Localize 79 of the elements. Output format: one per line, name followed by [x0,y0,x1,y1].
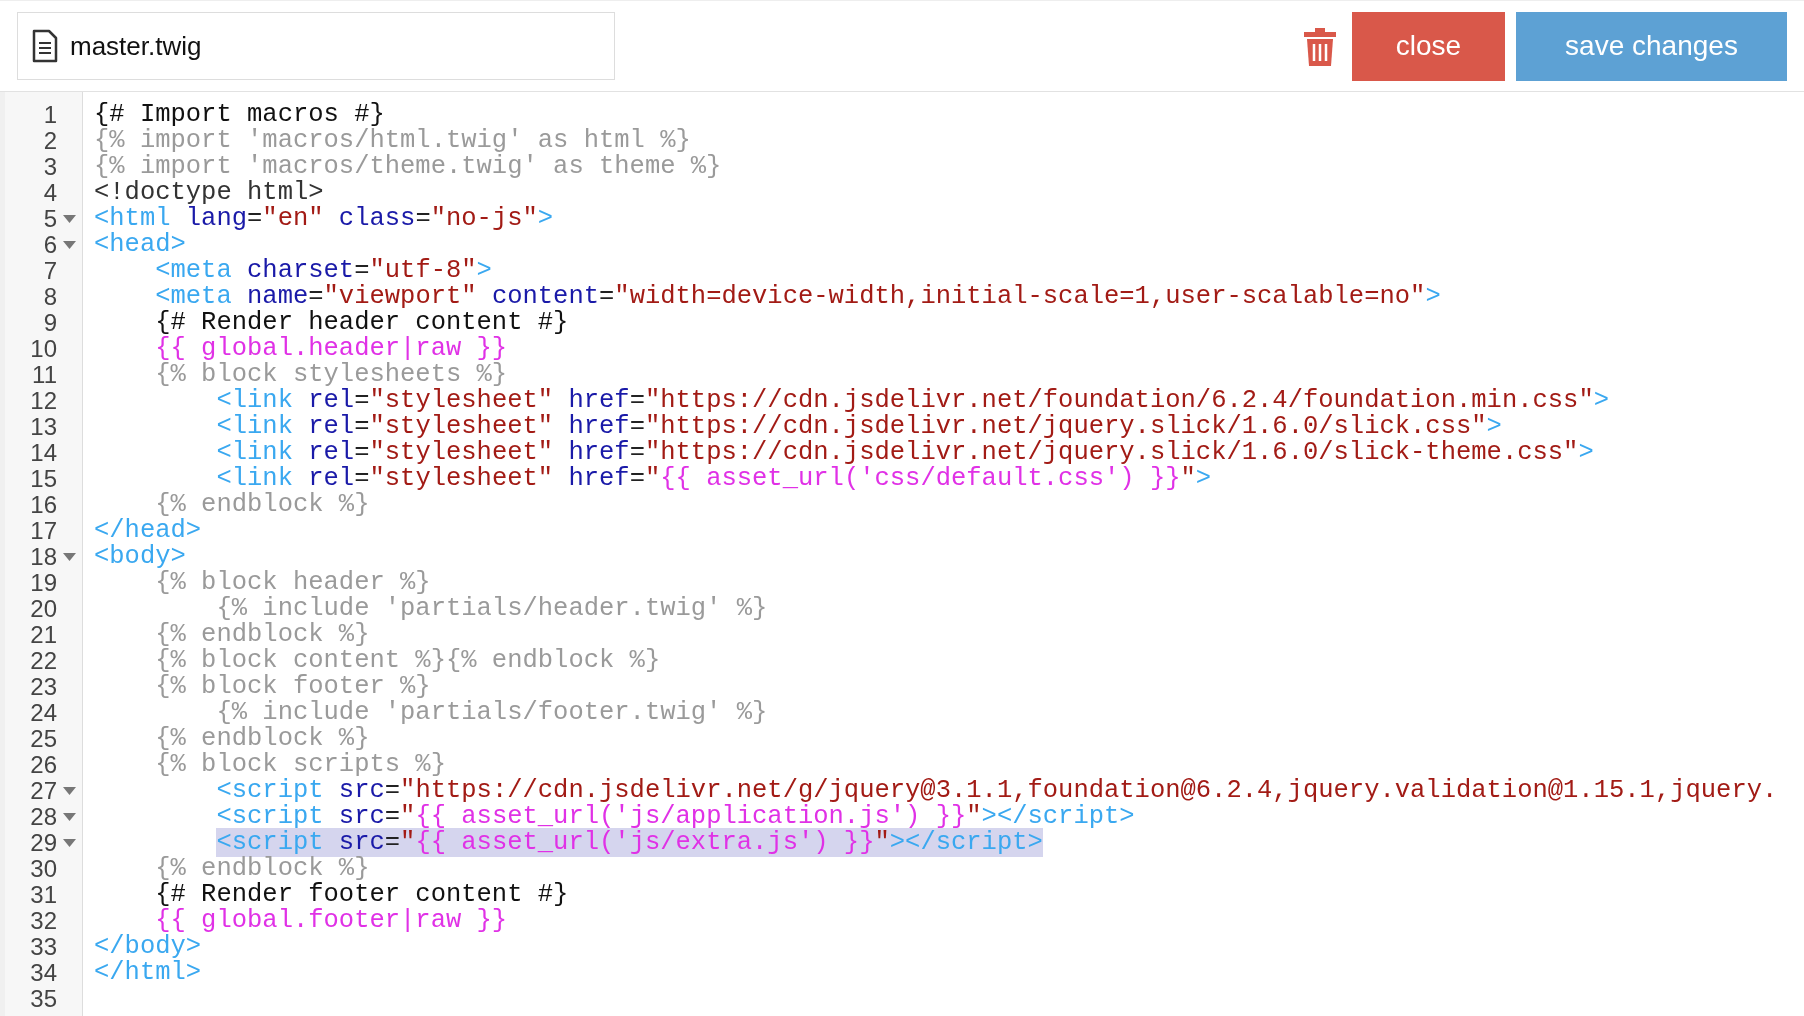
fold-arrow-icon[interactable] [63,787,76,795]
code-line: <script src="https://cdn.jsdelivr.net/g/jquery@3.1.1,foundation@6.2.4,jquery.validation@1.15.1,jquery. [215,778,1778,804]
line-number: 32 [29,909,57,933]
code-line: {% endblock %} [155,492,370,518]
code-line: {% endblock %} [154,726,370,752]
code-line: <link rel="stylesheet" href="https://cdn.jsdelivr.net/jquery.slick/1.6.0/slick.css"> [215,414,1502,440]
code-line: {% block content %}{% endblock %} [154,648,661,674]
trash-icon[interactable] [1302,26,1338,66]
document-icon [32,29,58,63]
line-number: 12 [29,389,57,413]
file-name-field: master.twig [17,12,615,80]
line-number: 1 [42,103,57,127]
code-line: {% endblock %} [154,856,370,882]
line-number: 14 [29,441,57,465]
line-number: 2 [42,129,57,153]
code-line: <link rel="stylesheet" href="https://cdn.jsdelivr.net/jquery.slick/1.6.0/slick-theme.css"> [215,440,1594,466]
code-line: <script src="{{ asset_url('js/application.js') }}"></script> [215,804,1135,830]
line-number: 24 [29,701,57,725]
save-changes-button[interactable]: save changes [1516,11,1787,81]
code-line: {% block footer %} [154,674,431,700]
line-number: 28 [29,805,57,829]
line-number: 23 [29,675,57,699]
code-line: <link rel="stylesheet" href="{{ asset_url('css/default.css') }}"> [216,466,1212,492]
line-number: 22 [29,649,57,673]
code-line: <link rel="stylesheet" href="https://cdn.jsdelivr.net/foundation/6.2.4/foundation.min.css"> [215,388,1609,414]
line-number: 26 [29,753,57,777]
code-line: {% import 'macros/html.twig' as html %} [93,128,691,154]
close-button[interactable]: close [1352,11,1505,81]
line-number: 30 [29,857,57,881]
fold-arrow-icon[interactable] [63,813,76,821]
line-number: 31 [29,883,57,907]
line-number: 13 [29,415,57,439]
code-line: {{ global.footer|raw }} [155,908,508,934]
code-line: {# Import macros #} [93,102,385,128]
line-number: 34 [29,961,57,985]
fold-arrow-icon[interactable] [63,839,76,847]
code-line: </head> [93,518,202,544]
fold-arrow-icon[interactable] [63,553,76,561]
line-number: 5 [42,207,57,231]
line-number: 6 [42,233,57,257]
code-line: {% block stylesheets %} [154,362,508,388]
line-number: 19 [29,571,57,595]
line-number: 21 [29,623,57,647]
code-line: <!doctype html> [93,180,324,206]
code-line: <html lang="en" class="no-js"> [93,206,554,232]
line-number: 25 [29,727,57,751]
line-number: 8 [42,285,57,309]
code-line: <body> [93,544,186,570]
line-number: 4 [42,181,57,205]
fold-arrow-icon[interactable] [63,241,76,249]
code-line: {# Render header content #} [154,310,569,336]
code-line: <head> [93,232,186,258]
code-line: {{ global.header|raw }} [154,336,508,362]
line-number: 7 [42,259,57,283]
code-line: {% block header %} [154,570,431,596]
code-line: {% block scripts %} [154,752,446,778]
line-number: 9 [42,311,57,335]
code-line: {% import 'macros/theme.twig' as theme %} [93,154,722,180]
line-number: 18 [29,545,57,569]
code-line: </html> [93,960,202,986]
line-number: 33 [29,935,57,959]
code-line: <meta name="viewport" content="width=device-width,initial-scale=1,user-scalable=no"> [154,284,1441,310]
line-number: 27 [29,779,57,803]
code-line: {% include 'partials/header.twig' %} [216,596,768,622]
line-number: 20 [29,597,57,621]
code-line: {% include 'partials/footer.twig' %} [216,700,768,726]
line-number: 16 [29,493,57,517]
code-line: </body> [93,934,202,960]
code-line: <meta charset="utf-8"> [154,258,492,284]
line-number: 17 [29,519,57,543]
code-line: {# Render footer content #} [154,882,569,908]
line-number: 11 [31,363,57,387]
code-line: {% endblock %} [154,622,370,648]
line-number: 15 [29,467,57,491]
line-number: 10 [29,337,57,361]
fold-arrow-icon[interactable] [63,215,76,223]
line-number: 3 [42,155,57,179]
line-number: 29 [29,831,57,855]
line-number: 35 [29,987,57,1011]
